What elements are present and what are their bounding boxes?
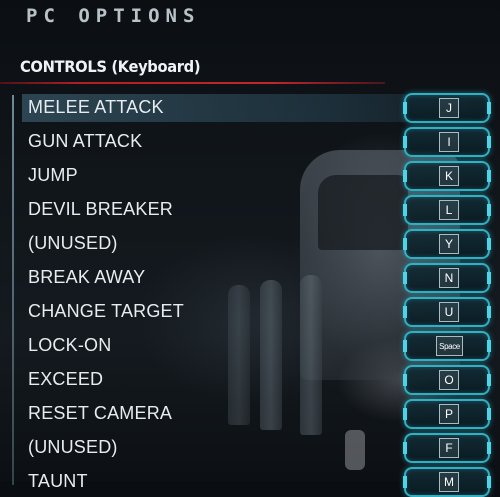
control-row-unused[interactable]: (UNUSED) Y <box>0 229 500 259</box>
keycap-notch <box>487 204 491 216</box>
keycap-notch <box>487 238 491 250</box>
keycap-notch <box>487 102 491 114</box>
action-label: EXCEED <box>28 369 104 389</box>
keycap-notch <box>487 136 491 148</box>
key-glyph: Y <box>439 234 459 254</box>
keycap-notch <box>403 170 407 182</box>
keybind-button[interactable]: P <box>403 399 491 429</box>
keybind-button[interactable]: O <box>403 365 491 395</box>
keycap-notch <box>487 272 491 284</box>
keybind-button[interactable]: U <box>403 297 491 327</box>
keycap-notch <box>403 408 407 420</box>
action-label: (UNUSED) <box>28 437 118 457</box>
keycap-notch <box>487 476 491 488</box>
keybind-button[interactable]: M <box>403 467 491 497</box>
key-glyph: U <box>439 302 459 322</box>
keycap-notch <box>403 374 407 386</box>
key-glyph: K <box>439 166 459 186</box>
keybind-button[interactable]: I <box>403 127 491 157</box>
action-label: MELEE ATTACK <box>28 97 164 117</box>
action-label: BREAK AWAY <box>28 267 146 287</box>
key-glyph: Space <box>436 336 463 356</box>
control-row-gun-attack[interactable]: GUN ATTACK I <box>0 127 500 157</box>
key-glyph: J <box>439 98 459 118</box>
section-heading: CONTROLS (Keyboard) <box>20 57 201 76</box>
key-glyph: L <box>439 200 459 220</box>
control-row-jump[interactable]: JUMP K <box>0 161 500 191</box>
control-row-break-away[interactable]: BREAK AWAY N <box>0 263 500 293</box>
key-glyph: P <box>439 404 459 424</box>
control-row-devil-breaker[interactable]: DEVIL BREAKER L <box>0 195 500 225</box>
control-row-unused[interactable]: (UNUSED) F <box>0 433 500 463</box>
keycap-notch <box>487 442 491 454</box>
keycap-notch <box>403 102 407 114</box>
action-label: LOCK-ON <box>28 335 112 355</box>
key-glyph: I <box>439 132 459 152</box>
keybind-button[interactable]: Space <box>403 331 491 361</box>
keycap-notch <box>487 408 491 420</box>
keybind-button[interactable]: F <box>403 433 491 463</box>
action-label: JUMP <box>28 165 78 185</box>
keybind-button[interactable]: L <box>403 195 491 225</box>
action-label: CHANGE TARGET <box>28 301 184 321</box>
control-row-lock-on[interactable]: LOCK-ON Space <box>0 331 500 361</box>
keycap-notch <box>403 204 407 216</box>
keycap-notch <box>487 170 491 182</box>
action-label: RESET CAMERA <box>28 403 173 423</box>
action-label: TAUNT <box>28 471 88 491</box>
action-label: (UNUSED) <box>28 233 118 253</box>
keycap-notch <box>403 476 407 488</box>
key-glyph: F <box>439 438 459 458</box>
keybind-button[interactable]: N <box>403 263 491 293</box>
control-row-exceed[interactable]: EXCEED O <box>0 365 500 395</box>
key-glyph: O <box>439 370 459 390</box>
keycap-notch <box>403 272 407 284</box>
keycap-notch <box>487 306 491 318</box>
keycap-notch <box>403 340 407 352</box>
section-underline <box>0 82 385 84</box>
keycap-notch <box>487 340 491 352</box>
keybind-button[interactable]: K <box>403 161 491 191</box>
keycap-notch <box>403 442 407 454</box>
keycap-notch <box>403 238 407 250</box>
keycap-notch <box>487 374 491 386</box>
keycap-notch <box>403 306 407 318</box>
page-title: PC OPTIONS <box>26 5 201 27</box>
key-glyph: M <box>439 472 459 492</box>
action-label: DEVIL BREAKER <box>28 199 173 219</box>
control-row-change-target[interactable]: CHANGE TARGET U <box>0 297 500 327</box>
keybind-button[interactable]: J <box>403 93 491 123</box>
keybind-button[interactable]: Y <box>403 229 491 259</box>
control-row-reset-camera[interactable]: RESET CAMERA P <box>0 399 500 429</box>
control-row-melee-attack[interactable]: MELEE ATTACK J <box>0 93 500 123</box>
action-label: GUN ATTACK <box>28 131 143 151</box>
key-glyph: N <box>439 268 459 288</box>
keycap-notch <box>403 136 407 148</box>
control-row-taunt[interactable]: TAUNT M <box>0 467 500 497</box>
